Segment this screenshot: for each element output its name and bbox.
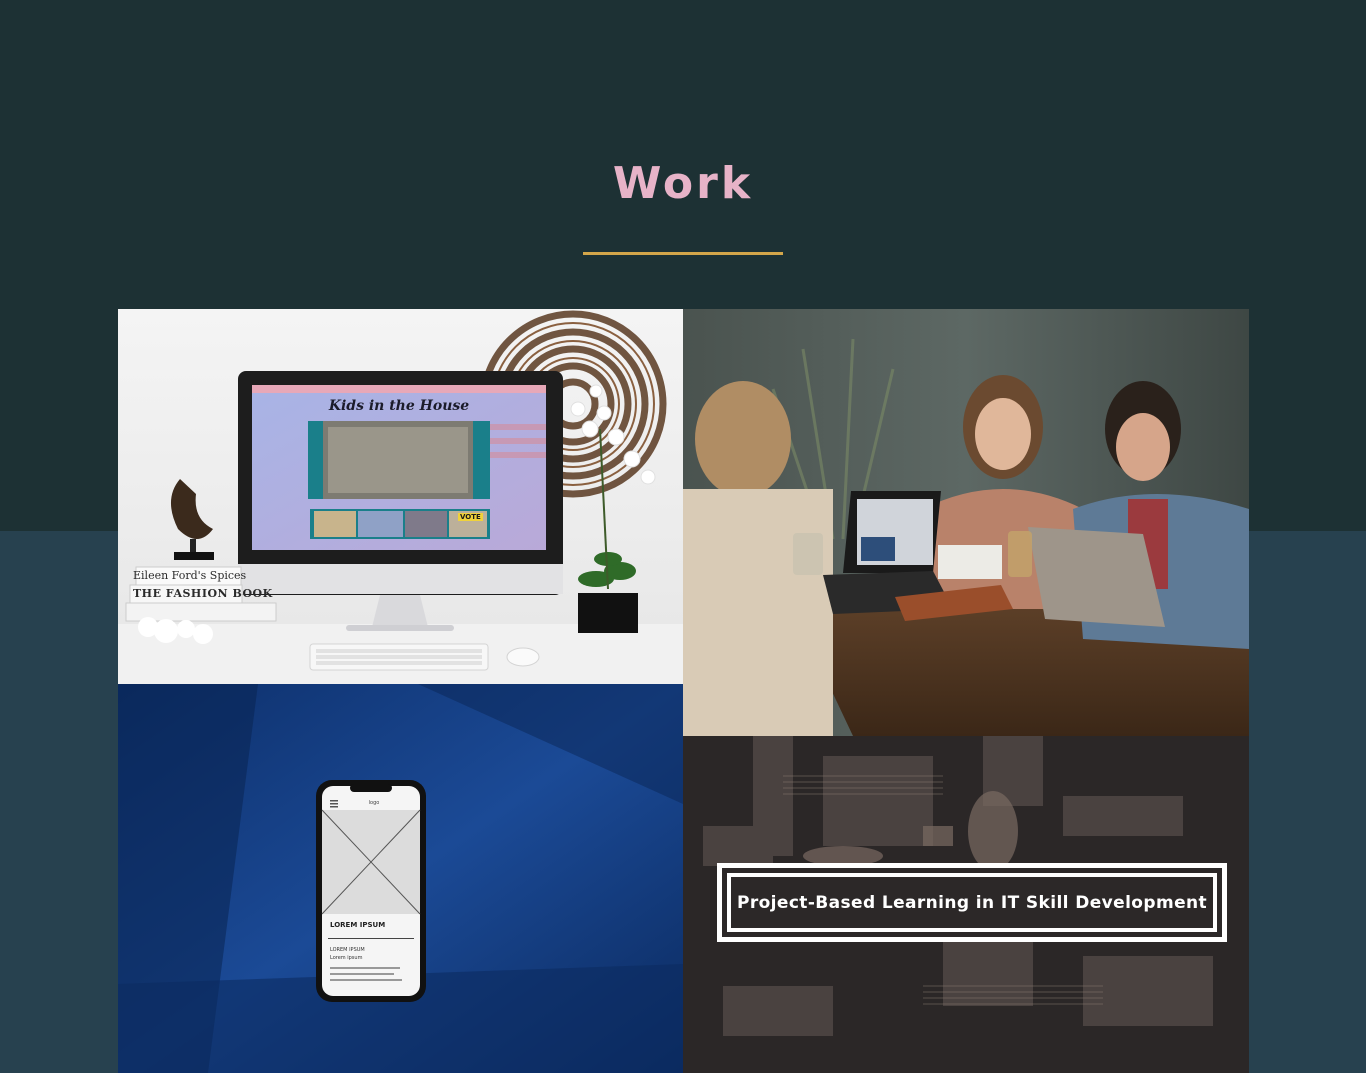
phone-screen-logo: logo bbox=[368, 800, 380, 806]
project-card-title[interactable]: Project-Based Learning in IT Skill Devel… bbox=[737, 893, 1207, 913]
phone-screen-heading: LOREM IPSUM bbox=[330, 921, 386, 929]
desktop-mockup-illustration bbox=[118, 309, 683, 684]
phone-mockup-illustration bbox=[118, 684, 683, 1073]
team-collaboration-photo bbox=[683, 309, 1249, 736]
book-spine-top: Eileen Ford's Spices bbox=[133, 569, 247, 582]
monitor-screen-heading: Kids in the House bbox=[328, 398, 470, 414]
portfolio-tile-desktop-mockup[interactable] bbox=[118, 309, 683, 684]
vote-label: VOTE bbox=[458, 513, 483, 521]
project-card-frame: Project-Based Learning in IT Skill Devel… bbox=[727, 873, 1217, 932]
portfolio-tile-phone-mockup[interactable] bbox=[118, 684, 683, 1073]
project-card[interactable]: Project-Based Learning in IT Skill Devel… bbox=[717, 863, 1227, 942]
portfolio-tile-team-photo[interactable] bbox=[683, 309, 1249, 736]
section-title: Work bbox=[612, 158, 754, 209]
phone-screen-line-2: Lorem ipsum bbox=[330, 955, 363, 961]
title-divider bbox=[583, 252, 783, 255]
phone-screen-line-1: LOREM IPSUM bbox=[330, 947, 365, 953]
book-spine-bottom: THE FASHION BOOK bbox=[133, 587, 273, 600]
